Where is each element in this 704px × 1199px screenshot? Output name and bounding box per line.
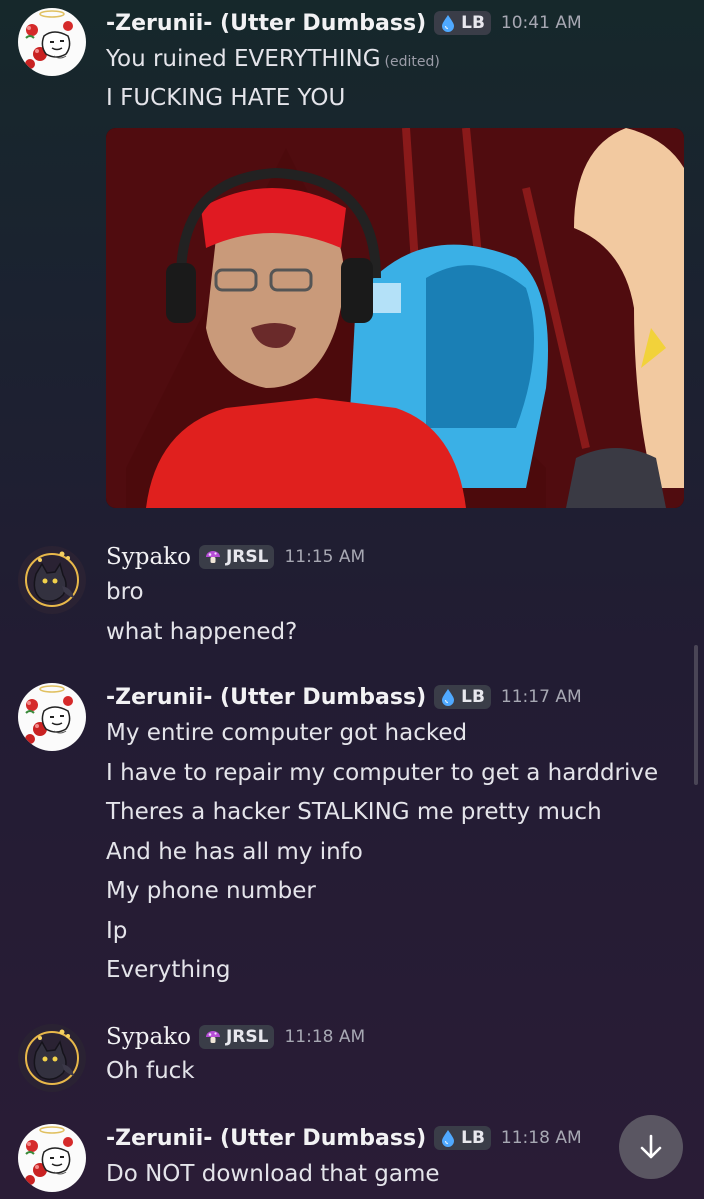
timestamp: 11:18 AM — [284, 1027, 366, 1047]
message-line: My phone number — [106, 878, 316, 904]
message-header: -Zerunii- (Utter Dumbass) LB 11:18 AM — [106, 1121, 582, 1155]
server-tag[interactable]: LB — [434, 11, 491, 35]
jump-to-latest-button[interactable] — [619, 1115, 683, 1179]
server-tag[interactable]: JRSL — [198, 545, 275, 569]
timestamp: 11:18 AM — [500, 1128, 582, 1148]
message-line: Oh fuck — [106, 1058, 195, 1084]
username[interactable]: Sypako — [106, 1024, 191, 1050]
server-tag-label: LB — [461, 1128, 485, 1148]
avatar[interactable] — [18, 8, 86, 76]
server-tag-label: LB — [461, 13, 485, 33]
mushroom-icon — [204, 1028, 222, 1046]
message-line: I have to repair my computer to get a ha… — [106, 760, 659, 786]
message-line: Ip — [106, 918, 128, 944]
message-line: what happened? — [106, 619, 298, 645]
server-tag-label: JRSL — [225, 1027, 269, 1047]
message-header: Sypako JRSL 11:18 AM — [106, 1020, 365, 1054]
username[interactable]: Sypako — [106, 544, 191, 570]
username[interactable]: -Zerunii- (Utter Dumbass) — [106, 1126, 426, 1151]
timestamp: 10:41 AM — [500, 13, 582, 33]
server-tag-label: JRSL — [225, 547, 269, 567]
avatar[interactable] — [18, 546, 86, 614]
server-tag[interactable]: JRSL — [198, 1025, 275, 1049]
avatar[interactable] — [18, 1124, 86, 1192]
message-header: -Zerunii- (Utter Dumbass) LB 11:17 AM — [106, 680, 582, 714]
server-tag[interactable]: LB — [434, 685, 491, 709]
gif-image[interactable] — [106, 128, 684, 508]
username[interactable]: -Zerunii- (Utter Dumbass) — [106, 685, 426, 710]
message-line: bro — [106, 579, 144, 605]
edited-label: (edited) — [384, 54, 440, 70]
arrow-down-icon — [640, 1134, 662, 1159]
message-header: -Zerunii- (Utter Dumbass) LB 10:41 AM — [106, 6, 582, 40]
server-tag[interactable]: LB — [434, 1126, 491, 1150]
message-line: I FUCKING HATE YOU — [106, 85, 346, 111]
mushroom-icon — [204, 548, 222, 566]
water-drop-icon — [439, 1129, 457, 1147]
water-drop-icon — [439, 14, 457, 32]
server-tag-label: LB — [461, 687, 485, 707]
timestamp: 11:17 AM — [500, 687, 582, 707]
avatar[interactable] — [18, 1024, 86, 1092]
water-drop-icon — [439, 688, 457, 706]
avatar[interactable] — [18, 683, 86, 751]
scrollbar[interactable] — [694, 645, 698, 785]
message-line: My entire computer got hacked — [106, 720, 468, 746]
message-line: Everything — [106, 957, 231, 983]
message-line: And he has all my info — [106, 839, 363, 865]
message-line: Do NOT download that game — [106, 1161, 440, 1187]
message-line: Theres a hacker STALKING me pretty much — [106, 799, 602, 825]
message-header: Sypako JRSL 11:15 AM — [106, 540, 365, 574]
username[interactable]: -Zerunii- (Utter Dumbass) — [106, 11, 426, 36]
timestamp: 11:15 AM — [284, 547, 366, 567]
message-line: You ruined EVERYTHING (edited) — [106, 46, 440, 72]
